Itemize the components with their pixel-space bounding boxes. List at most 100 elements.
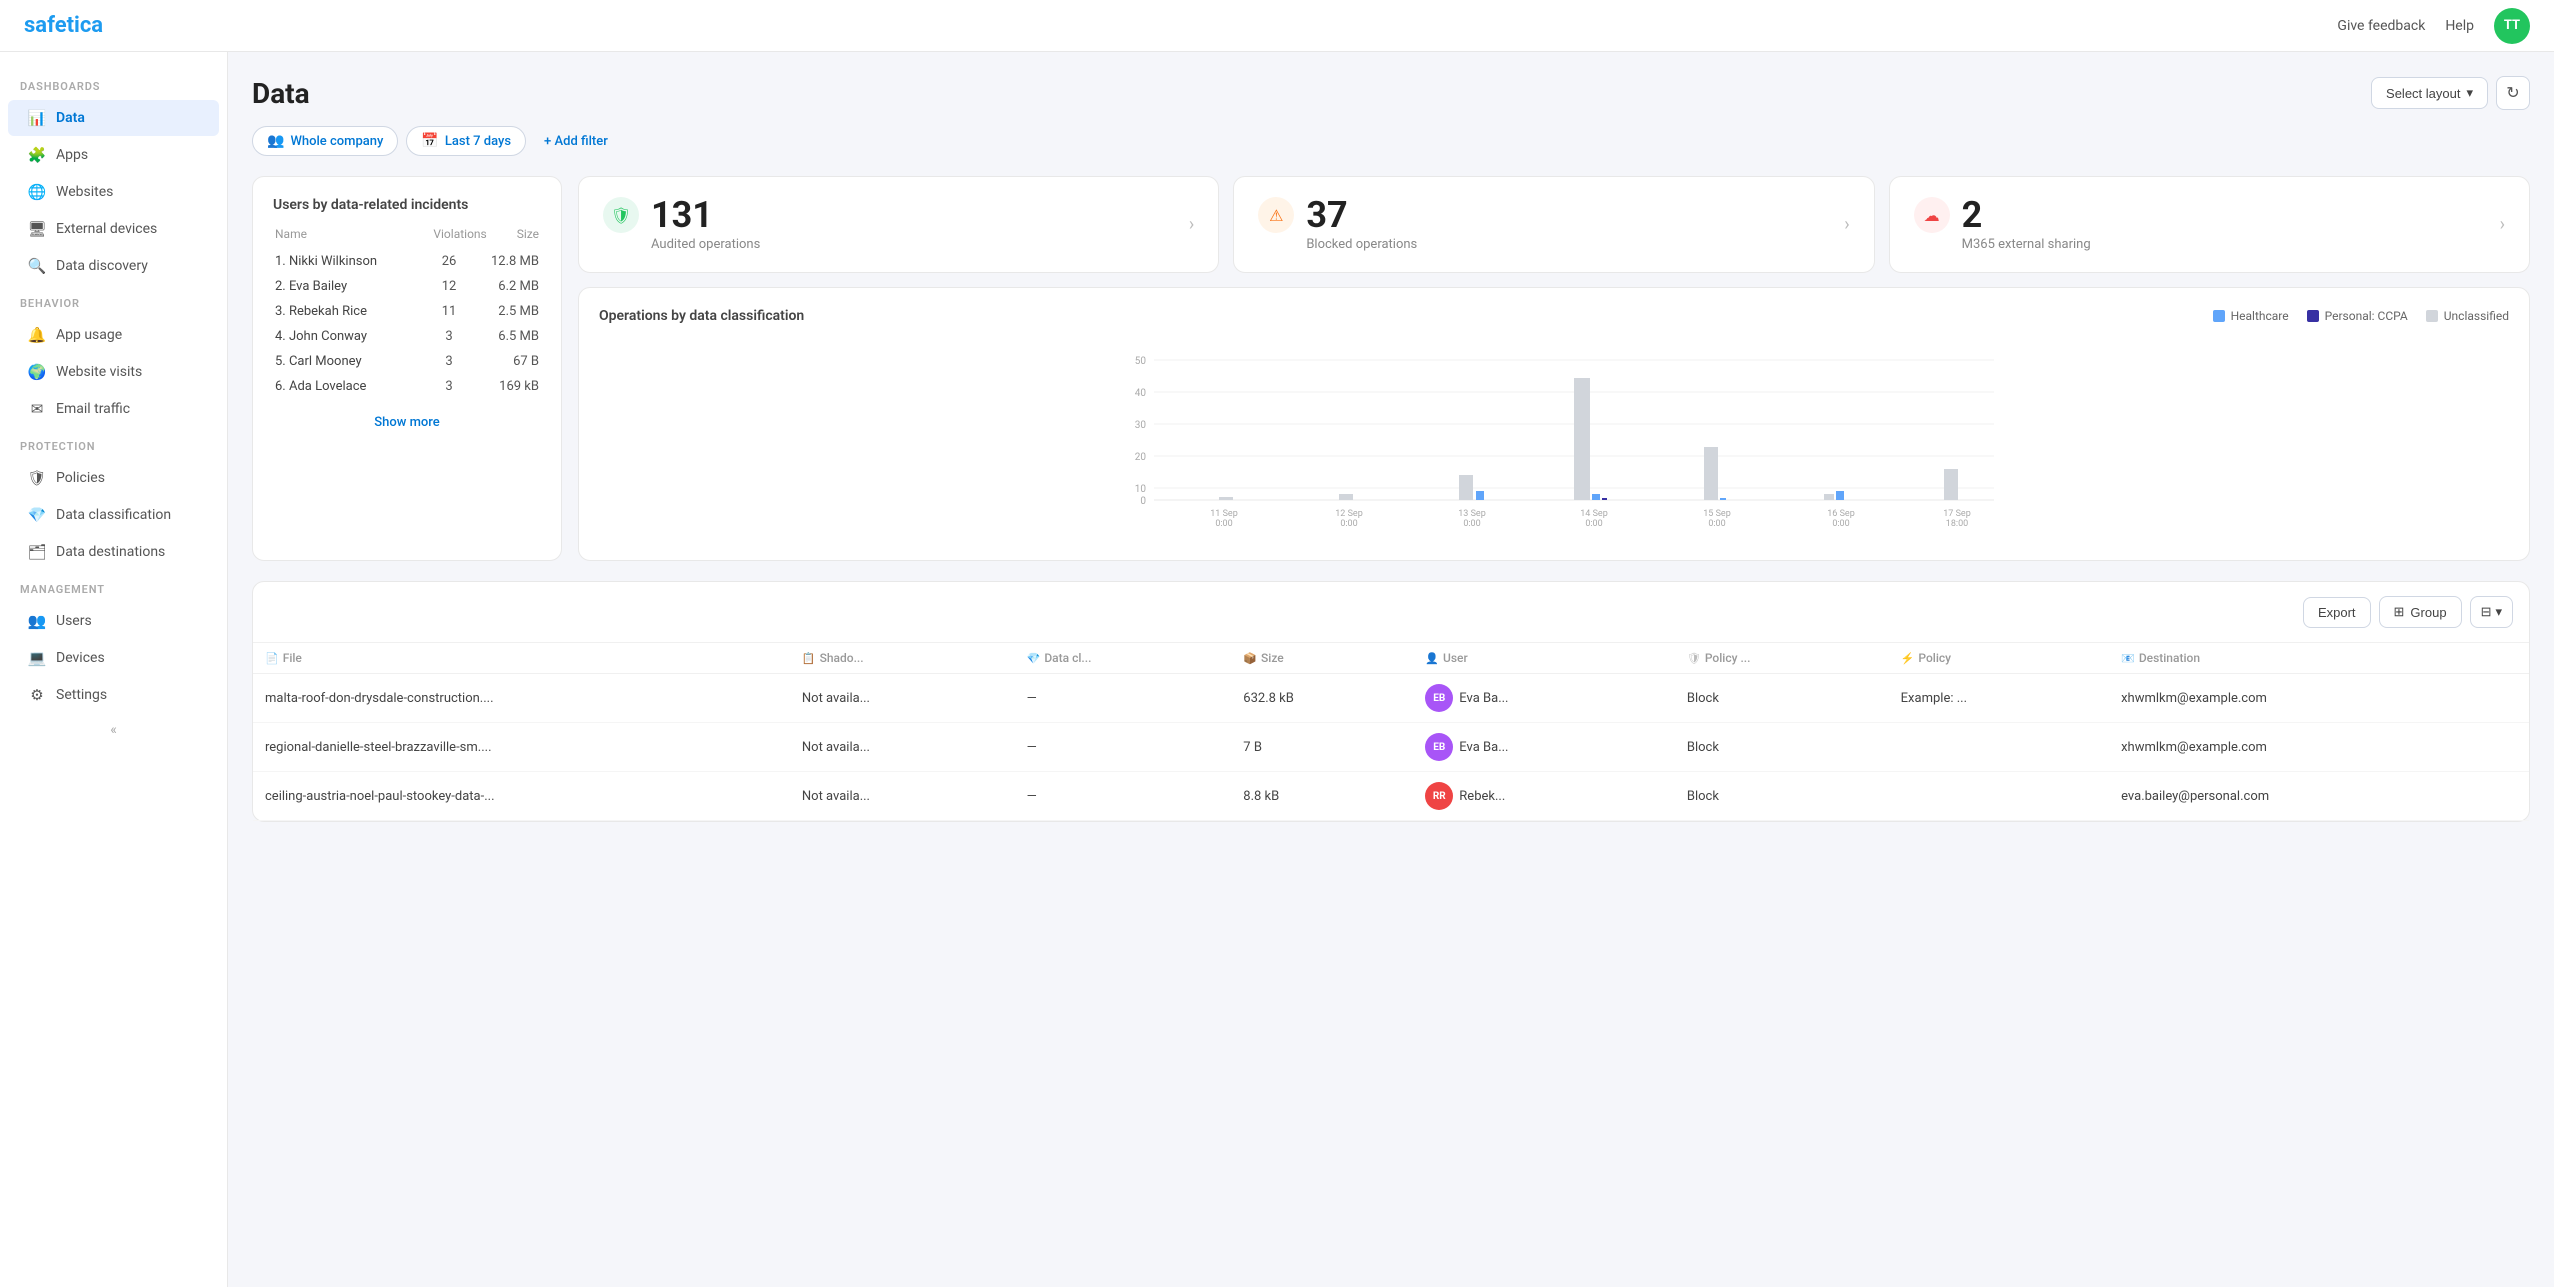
data-icon: 📊 — [28, 109, 46, 127]
incident-violations-3: 3 — [429, 329, 469, 344]
stat-card-audited[interactable]: 🛡 131 Audited operations › — [578, 176, 1219, 273]
svg-text:12 Sep: 12 Sep — [1335, 509, 1363, 519]
col-header-shadow: 📋Shado... — [790, 643, 1015, 674]
sidebar-item-apps[interactable]: 🧩Apps — [8, 137, 219, 173]
header-right: Select layout ▾ ↻ — [2371, 76, 2530, 110]
sidebar-item-data-discovery[interactable]: 🔍Data discovery — [8, 248, 219, 284]
cell-user-2: RR Rebek... — [1413, 772, 1675, 821]
sidebar-item-settings[interactable]: ⚙Settings — [8, 677, 219, 713]
svg-text:11 Sep: 11 Sep — [1210, 509, 1238, 519]
user-avatar[interactable]: TT — [2494, 8, 2530, 44]
show-more-button[interactable]: Show more — [273, 415, 541, 430]
stat-card-audited-left: 🛡 131 Audited operations — [603, 197, 760, 252]
sidebar-item-data[interactable]: 📊Data — [8, 100, 219, 136]
chevron-down-icon-table: ▾ — [2495, 604, 2502, 620]
blocked-number: 37 — [1306, 197, 1417, 233]
cell-shadow-1: Not availa... — [790, 723, 1015, 772]
cell-policy-status-2: Block — [1675, 772, 1889, 821]
table-layout-button[interactable]: ⊟ ▾ — [2470, 596, 2513, 628]
svg-text:18:00: 18:00 — [1946, 519, 1968, 529]
help-link[interactable]: Help — [2445, 18, 2474, 34]
sidebar-item-app-usage[interactable]: 🔔App usage — [8, 317, 219, 353]
user-col-icon: 👤 — [1425, 652, 1439, 665]
data-table: 📄File📋Shado...💎Data cl...📦Size👤User🛡Poli… — [253, 643, 2529, 821]
legend-unclassified: Unclassified — [2426, 309, 2509, 323]
cell-user-1: EB Eva Ba... — [1413, 723, 1675, 772]
refresh-button[interactable]: ↻ — [2496, 76, 2530, 110]
audited-label: Audited operations — [651, 237, 760, 252]
incident-size-1: 6.2 MB — [469, 279, 539, 294]
audited-arrow-icon: › — [1189, 214, 1194, 235]
col-header-size: 📦Size — [1231, 643, 1413, 674]
svg-text:0:00: 0:00 — [1463, 519, 1480, 529]
m365-label: M365 external sharing — [1962, 237, 2091, 252]
blocked-arrow-icon: › — [1844, 214, 1849, 235]
data-classification-icon: 💎 — [28, 506, 46, 524]
sidebar-item-external-devices[interactable]: 🖥External devices — [8, 211, 219, 247]
add-filter-button[interactable]: + Add filter — [534, 128, 618, 155]
group-button[interactable]: ⊞ Group — [2379, 596, 2462, 628]
filter-bar: 👥 Whole company 📅 Last 7 days + Add filt… — [252, 126, 2530, 156]
sidebar-item-label-apps: Apps — [56, 147, 88, 163]
filter-whole-company[interactable]: 👥 Whole company — [252, 126, 398, 156]
chart-card: Operations by data classification Health… — [578, 287, 2530, 561]
export-label: Export — [2318, 605, 2356, 620]
sidebar-item-users[interactable]: 👥Users — [8, 603, 219, 639]
col-header-data-cl: 💎Data cl... — [1015, 643, 1232, 674]
export-button[interactable]: Export — [2303, 597, 2371, 628]
bottom-toolbar: Export ⊞ Group ⊟ ▾ — [253, 582, 2529, 643]
incident-violations-4: 3 — [429, 354, 469, 369]
sidebar-item-label-websites: Websites — [56, 184, 113, 200]
logo: safetica — [24, 13, 103, 38]
sidebar-item-email-traffic[interactable]: ✉Email traffic — [8, 391, 219, 427]
refresh-icon: ↻ — [2506, 83, 2519, 103]
sidebar-item-website-visits[interactable]: 🌍Website visits — [8, 354, 219, 390]
stat-card-blocked[interactable]: ⚠ 37 Blocked operations › — [1233, 176, 1874, 273]
last-7-days-label: Last 7 days — [445, 134, 511, 149]
m365-number: 2 — [1962, 197, 2091, 233]
policy-col-icon: ⚡ — [1901, 652, 1915, 665]
cell-size-1: 7 B — [1231, 723, 1413, 772]
table-row: regional-danielle-steel-brazzaville-sm..… — [253, 723, 2529, 772]
settings-icon: ⚙ — [28, 686, 46, 704]
main-content: Data Select layout ▾ ↻ 👥 Whole company — [228, 52, 2554, 1287]
filter-last-7-days[interactable]: 📅 Last 7 days — [406, 126, 526, 156]
sidebar-item-policies[interactable]: 🛡Policies — [8, 460, 219, 496]
give-feedback-link[interactable]: Give feedback — [2337, 18, 2425, 34]
sidebar-item-label-users: Users — [56, 613, 92, 629]
chart-area: 0 10 20 30 40 50 — [599, 340, 2509, 540]
incident-violations-0: 26 — [429, 254, 469, 269]
col-header-policy: ⚡Policy — [1889, 643, 2109, 674]
audited-number: 131 — [651, 197, 760, 233]
sidebar-item-devices[interactable]: 💻Devices — [8, 640, 219, 676]
table-row: 1. Nikki Wilkinson 26 12.8 MB — [273, 249, 541, 274]
svg-text:30: 30 — [1135, 420, 1147, 431]
svg-text:0:00: 0:00 — [1832, 519, 1849, 529]
devices-icon: 💻 — [28, 649, 46, 667]
stat-card-m365[interactable]: ☁ 2 M365 external sharing › — [1889, 176, 2530, 273]
table-row: 4. John Conway 3 6.5 MB — [273, 324, 541, 349]
svg-text:17 Sep: 17 Sep — [1943, 509, 1971, 519]
sidebar-item-label-data-discovery: Data discovery — [56, 258, 148, 274]
incident-violations-2: 11 — [429, 304, 469, 319]
table-header: 📄File📋Shado...💎Data cl...📦Size👤User🛡Poli… — [253, 643, 2529, 674]
sidebar-item-websites[interactable]: 🌐Websites — [8, 174, 219, 210]
sidebar-item-label-data-classification: Data classification — [56, 507, 171, 523]
chart-header: Operations by data classification Health… — [599, 308, 2509, 324]
website-visits-icon: 🌍 — [28, 363, 46, 381]
select-layout-button[interactable]: Select layout ▾ — [2371, 77, 2488, 109]
incident-size-0: 12.8 MB — [469, 254, 539, 269]
bottom-section: Export ⊞ Group ⊟ ▾ 📄File📋Shado...💎Data — [252, 581, 2530, 822]
user-avatar-0: EB — [1425, 684, 1453, 712]
col-header-user: 👤User — [1413, 643, 1675, 674]
svg-text:13 Sep: 13 Sep — [1458, 509, 1486, 519]
policy-status-col-icon: 🛡 — [1687, 652, 1701, 665]
col-violations-label: Violations — [433, 227, 486, 241]
sidebar-item-data-destinations[interactable]: 🗂Data destinations — [8, 534, 219, 570]
incidents-table: Name Violations Size 1. Nikki Wilkinson … — [273, 227, 541, 399]
svg-text:16 Sep: 16 Sep — [1827, 509, 1855, 519]
sidebar-item-data-classification[interactable]: 💎 Data classification — [8, 497, 219, 533]
cell-datacl-2: — — [1015, 772, 1232, 821]
incident-size-5: 169 kB — [469, 379, 539, 394]
svg-text:40: 40 — [1135, 388, 1147, 399]
